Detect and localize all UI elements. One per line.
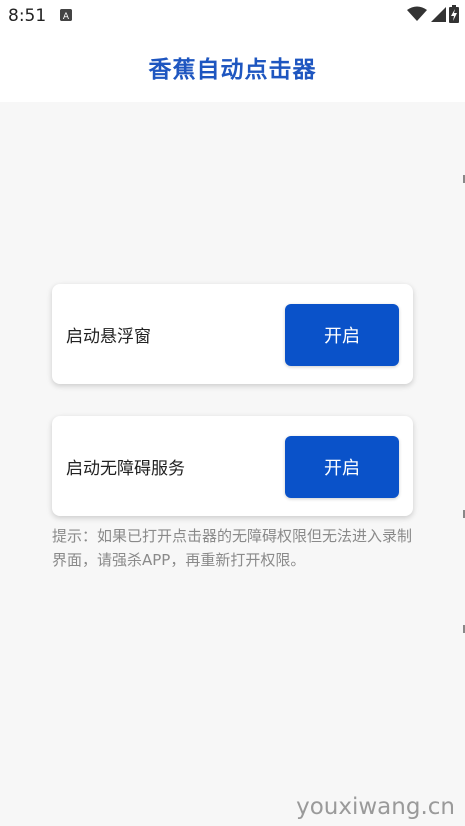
enable-accessibility-service-button[interactable]: 开启 xyxy=(285,436,399,498)
wifi-icon xyxy=(407,6,427,26)
tip-text: 提示：如果已打开点击器的无障碍权限但无法进入录制界面，请强杀APP，再重新打开权… xyxy=(52,527,413,569)
watermark: youxiwang.cn xyxy=(296,794,455,820)
battery-charging-icon xyxy=(449,5,459,27)
floating-window-card: 启动悬浮窗 开启 xyxy=(52,284,413,384)
status-icons xyxy=(407,5,459,27)
status-time: 8:51 xyxy=(8,6,47,26)
accessibility-service-label: 启动无障碍服务 xyxy=(66,458,185,479)
a-letter-notification-icon: A xyxy=(60,9,72,21)
accessibility-service-card: 启动无障碍服务 开启 xyxy=(52,416,413,516)
enable-floating-window-button[interactable]: 开启 xyxy=(285,304,399,366)
status-bar: 8:51 A xyxy=(0,0,465,32)
app-header: 香蕉自动点击器 xyxy=(0,32,465,102)
floating-window-label: 启动悬浮窗 xyxy=(66,326,151,347)
signal-icon xyxy=(430,6,446,26)
page-title: 香蕉自动点击器 xyxy=(148,57,317,83)
svg-text:A: A xyxy=(63,12,70,21)
